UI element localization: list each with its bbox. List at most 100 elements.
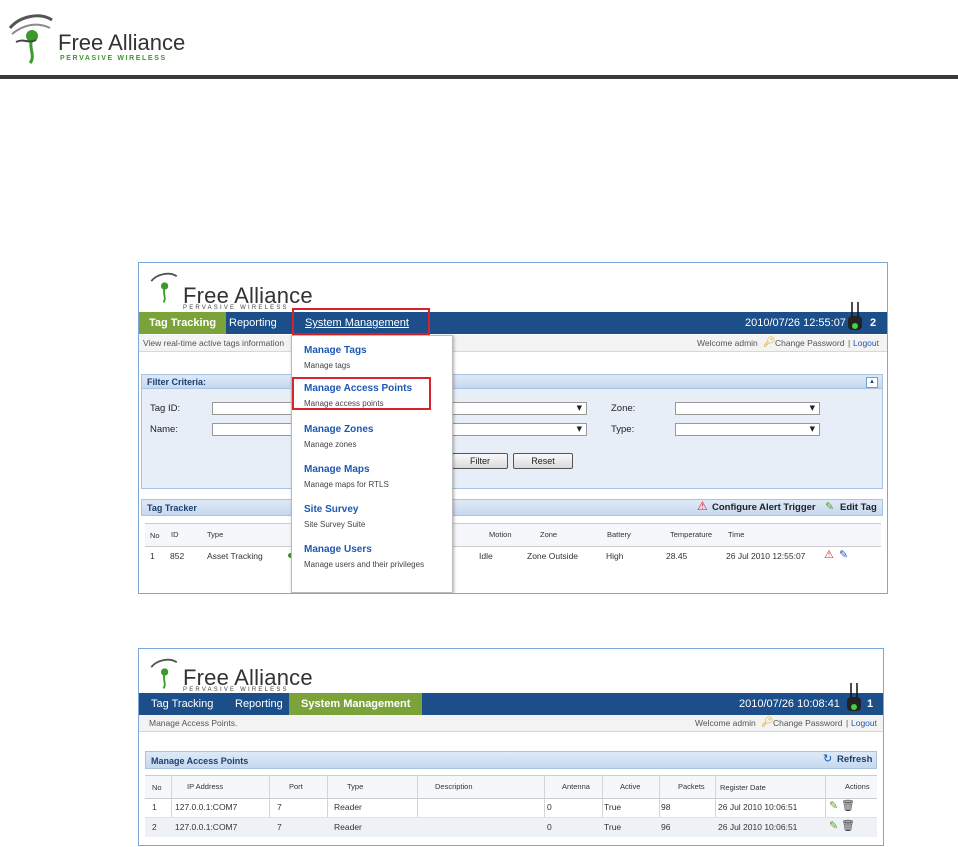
page-logo-tagline: PERVASIVE WIRELESS — [60, 55, 167, 62]
manage-access-points-header: Manage Access Points — [145, 751, 877, 769]
alert-icon[interactable]: ⚠ — [824, 548, 834, 561]
key-icon: 🔑︎ — [763, 337, 776, 348]
cell-port: 7 — [277, 802, 282, 812]
menu-item-manage-users[interactable]: Manage Users — [304, 544, 372, 555]
collapse-icon[interactable]: ▲ — [866, 377, 878, 388]
free-alliance-logo-icon — [150, 658, 178, 689]
col-type: Type — [207, 530, 224, 539]
cell-no: 2 — [152, 822, 157, 832]
col-motion: Motion — [489, 530, 512, 539]
reset-button[interactable]: Reset — [513, 453, 573, 469]
refresh-link[interactable]: Refresh — [837, 754, 872, 765]
access-point-count: 1 — [867, 698, 874, 710]
cell-antenna: 0 — [547, 822, 552, 832]
cell-temperature: 28.45 — [666, 551, 688, 561]
system-management-menu: Manage Tags Manage tags Manage Access Po… — [291, 335, 453, 593]
main-nav: Tag Tracking Reporting System Management… — [139, 683, 883, 715]
col-temperature: Temperature — [670, 530, 713, 539]
cell-zone: Zone Outside — [527, 551, 579, 561]
clock: 2010/07/26 10:08:41 — [739, 698, 840, 710]
sub-header: View real-time active tags information W… — [139, 335, 887, 352]
menu-item-manage-maps[interactable]: Manage Maps — [304, 464, 370, 475]
cell-packets: 96 — [661, 822, 671, 832]
col-register-date: Register Date — [720, 783, 766, 792]
col-battery: Battery — [607, 530, 631, 539]
cell-ip-address: 127.0.0.1:COM7 — [175, 822, 238, 832]
name-input[interactable] — [212, 423, 292, 436]
manage-access-points-screenshot: Free Alliance PERVASIVE WIRELESS Tag Tra… — [138, 648, 884, 846]
filter-select-2[interactable]: ▼ — [452, 423, 587, 436]
page-divider — [0, 75, 958, 79]
menu-item-manage-tags[interactable]: Manage Tags — [304, 345, 367, 356]
tag-id-label: Tag ID: — [150, 403, 181, 414]
trash-icon[interactable]: 🗑︎ — [841, 799, 855, 812]
type-select[interactable]: ▼ — [675, 423, 820, 436]
pencil-icon[interactable]: ✎ — [839, 548, 848, 561]
menu-desc-site-survey: Site Survey Suite — [304, 520, 366, 529]
cell-active: True — [604, 822, 622, 832]
change-password-link[interactable]: Change Password — [775, 335, 844, 351]
change-password-link[interactable]: Change Password — [773, 715, 842, 731]
logout-link[interactable]: Logout — [853, 335, 879, 351]
system-management-highlight — [292, 308, 430, 335]
cell-active: True — [604, 802, 622, 812]
tab-reporting[interactable]: Reporting — [225, 693, 293, 715]
app-logo-tagline: PERVASIVE WIRELESS — [183, 305, 289, 311]
col-active: Active — [620, 782, 641, 791]
col-ip-address: IP Address — [187, 782, 224, 791]
main-nav: Tag Tracking Reporting System Management… — [139, 302, 887, 334]
chevron-down-icon: ▼ — [809, 425, 815, 433]
separator: | — [848, 338, 851, 348]
cell-ip-address: 127.0.0.1:COM7 — [175, 802, 238, 812]
table-row[interactable]: 2 127.0.0.1:COM7 7 Reader 0 True 96 26 J… — [145, 818, 877, 837]
zone-select[interactable]: ▼ — [675, 402, 820, 415]
access-point-count: 2 — [870, 317, 877, 329]
table-row[interactable]: 1 127.0.0.1:COM7 7 Reader 0 True 98 26 J… — [145, 798, 877, 818]
name-label: Name: — [150, 424, 178, 435]
tag-tracker-title: Tag Tracker — [147, 503, 197, 513]
ap-table-header — [145, 775, 877, 799]
menu-desc-manage-zones: Manage zones — [304, 440, 357, 449]
menu-item-site-survey[interactable]: Site Survey — [304, 504, 358, 515]
menu-item-manage-zones[interactable]: Manage Zones — [304, 424, 373, 435]
col-description: Description — [435, 782, 473, 791]
filter-button[interactable]: Filter — [452, 453, 508, 469]
chevron-down-icon: ▼ — [809, 404, 815, 412]
page-subtitle: Manage Access Points. — [149, 718, 238, 728]
logout-link[interactable]: Logout — [851, 715, 877, 731]
configure-alert-trigger-link[interactable]: Configure Alert Trigger — [712, 502, 816, 513]
tag-id-input[interactable] — [212, 402, 292, 415]
cell-port: 7 — [277, 822, 282, 832]
cell-type: Reader — [334, 822, 362, 832]
sub-header: Manage Access Points. Welcome admin 🔑︎ C… — [139, 715, 883, 732]
filter-criteria-header: Filter Criteria: ▲ — [141, 374, 883, 389]
tab-tag-tracking[interactable]: Tag Tracking — [139, 312, 227, 334]
col-zone: Zone — [540, 530, 558, 539]
tab-tag-tracking[interactable]: Tag Tracking — [141, 693, 223, 715]
edit-tag-link[interactable]: Edit Tag — [840, 502, 877, 513]
cell-register-date: 26 Jul 2010 10:06:51 — [718, 802, 798, 812]
pencil-icon[interactable]: ✎ — [829, 799, 838, 812]
separator: | — [846, 718, 849, 728]
cell-battery: High — [606, 551, 624, 561]
table-row[interactable]: 1 852 Asset Tracking Idle Zone Outside H… — [145, 546, 881, 566]
manage-access-points-title: Manage Access Points — [151, 756, 249, 766]
cell-antenna: 0 — [547, 802, 552, 812]
pencil-icon[interactable]: ✎ — [829, 819, 838, 832]
filter-select-1[interactable]: ▼ — [452, 402, 587, 415]
col-packets: Packets — [678, 782, 705, 791]
access-point-icon — [848, 302, 862, 330]
page-subtitle: View real-time active tags information — [143, 338, 285, 348]
cell-no: 1 — [152, 802, 157, 812]
col-no: No — [152, 783, 162, 792]
tab-system-management[interactable]: System Management — [289, 693, 423, 715]
tag-tracking-screenshot: Free Alliance PERVASIVE WIRELESS Tag Tra… — [138, 262, 888, 594]
chevron-down-icon: ▼ — [576, 404, 582, 412]
tag-table-header — [145, 523, 881, 547]
trash-icon[interactable]: 🗑︎ — [841, 819, 855, 832]
menu-desc-manage-tags: Manage tags — [304, 361, 351, 370]
tab-reporting[interactable]: Reporting — [219, 312, 287, 334]
refresh-icon: ↻ — [823, 752, 833, 765]
col-port: Port — [289, 782, 303, 791]
cell-motion: Idle — [479, 551, 493, 561]
